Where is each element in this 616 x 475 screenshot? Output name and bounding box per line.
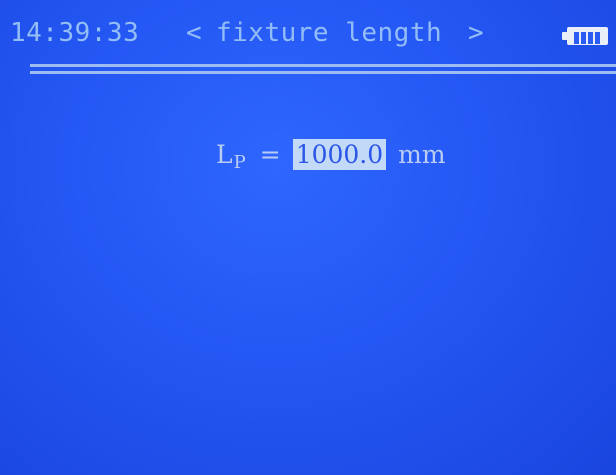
header-divider [30,64,616,67]
prev-screen-arrow-icon[interactable]: < [186,18,202,48]
fixture-length-field: LP = 1000.0 mm [216,134,446,174]
next-screen-arrow-icon[interactable]: > [468,18,484,48]
header-divider-secondary [30,71,616,74]
equals-sign: = [259,139,281,169]
field-label: LP [216,139,246,173]
fixture-length-input[interactable]: 1000.0 [292,138,387,170]
header-bar: 14:39:33 < fixture length > [0,0,616,70]
clock: 14:39:33 [10,18,140,48]
unit-label: mm [398,139,446,169]
battery-icon [562,25,608,47]
screen-title: fixture length [216,18,443,48]
device-screen: 14:39:33 < fixture length > LP = 1000.0 … [0,0,616,475]
